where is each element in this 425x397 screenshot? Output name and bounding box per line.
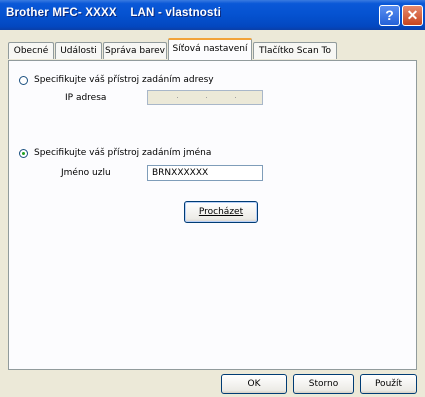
radio-button-name[interactable] xyxy=(19,148,28,158)
radio-name-label: Specifikujte váš přístroj zadáním jména xyxy=(34,148,212,158)
ip-dot xyxy=(235,97,236,98)
cancel-button[interactable]: Storno xyxy=(293,374,354,394)
node-name-input[interactable]: BRNXXXXXX xyxy=(147,165,263,181)
properties-window: Brother MFC- XXXX LAN - vlastnosti ? ✕ O… xyxy=(0,0,425,397)
ip-address-field xyxy=(147,90,263,105)
help-button[interactable]: ? xyxy=(379,5,400,26)
title-bar[interactable]: Brother MFC- XXXX LAN - vlastnosti ? ✕ xyxy=(0,0,425,30)
radio-address-label: Specifikujte váš přístroj zadáním adresy xyxy=(34,75,214,85)
ip-address-label: IP adresa xyxy=(65,93,107,103)
radio-specify-by-address[interactable]: Specifikujte váš přístroj zadáním adresy xyxy=(19,75,214,85)
ip-dot xyxy=(206,97,207,98)
tab-udalosti[interactable]: Události xyxy=(55,42,102,59)
ok-button[interactable]: OK xyxy=(221,374,287,394)
browse-button[interactable]: Procházet xyxy=(184,201,258,223)
browse-button-label: Procházet xyxy=(198,207,244,217)
ip-dot xyxy=(177,97,178,98)
tab-sprava-barev[interactable]: Správa barev xyxy=(103,42,167,59)
radio-specify-by-name[interactable]: Specifikujte váš přístroj zadáním jména xyxy=(19,148,211,158)
tab-tlacitko-scan-to[interactable]: Tlačítko Scan To xyxy=(253,42,337,59)
network-settings-panel: Specifikujte váš přístroj zadáním adresy… xyxy=(8,60,417,370)
radio-button-address[interactable] xyxy=(19,75,28,85)
close-button[interactable]: ✕ xyxy=(402,5,423,26)
tab-sitova-nastaveni[interactable]: Síťová nastavení xyxy=(168,38,252,60)
tab-obecne[interactable]: Obecné xyxy=(8,42,54,59)
node-name-label: Jméno uzlu xyxy=(61,168,111,178)
window-title: Brother MFC- XXXX LAN - vlastnosti xyxy=(6,7,222,19)
apply-button[interactable]: Použít xyxy=(360,374,417,394)
